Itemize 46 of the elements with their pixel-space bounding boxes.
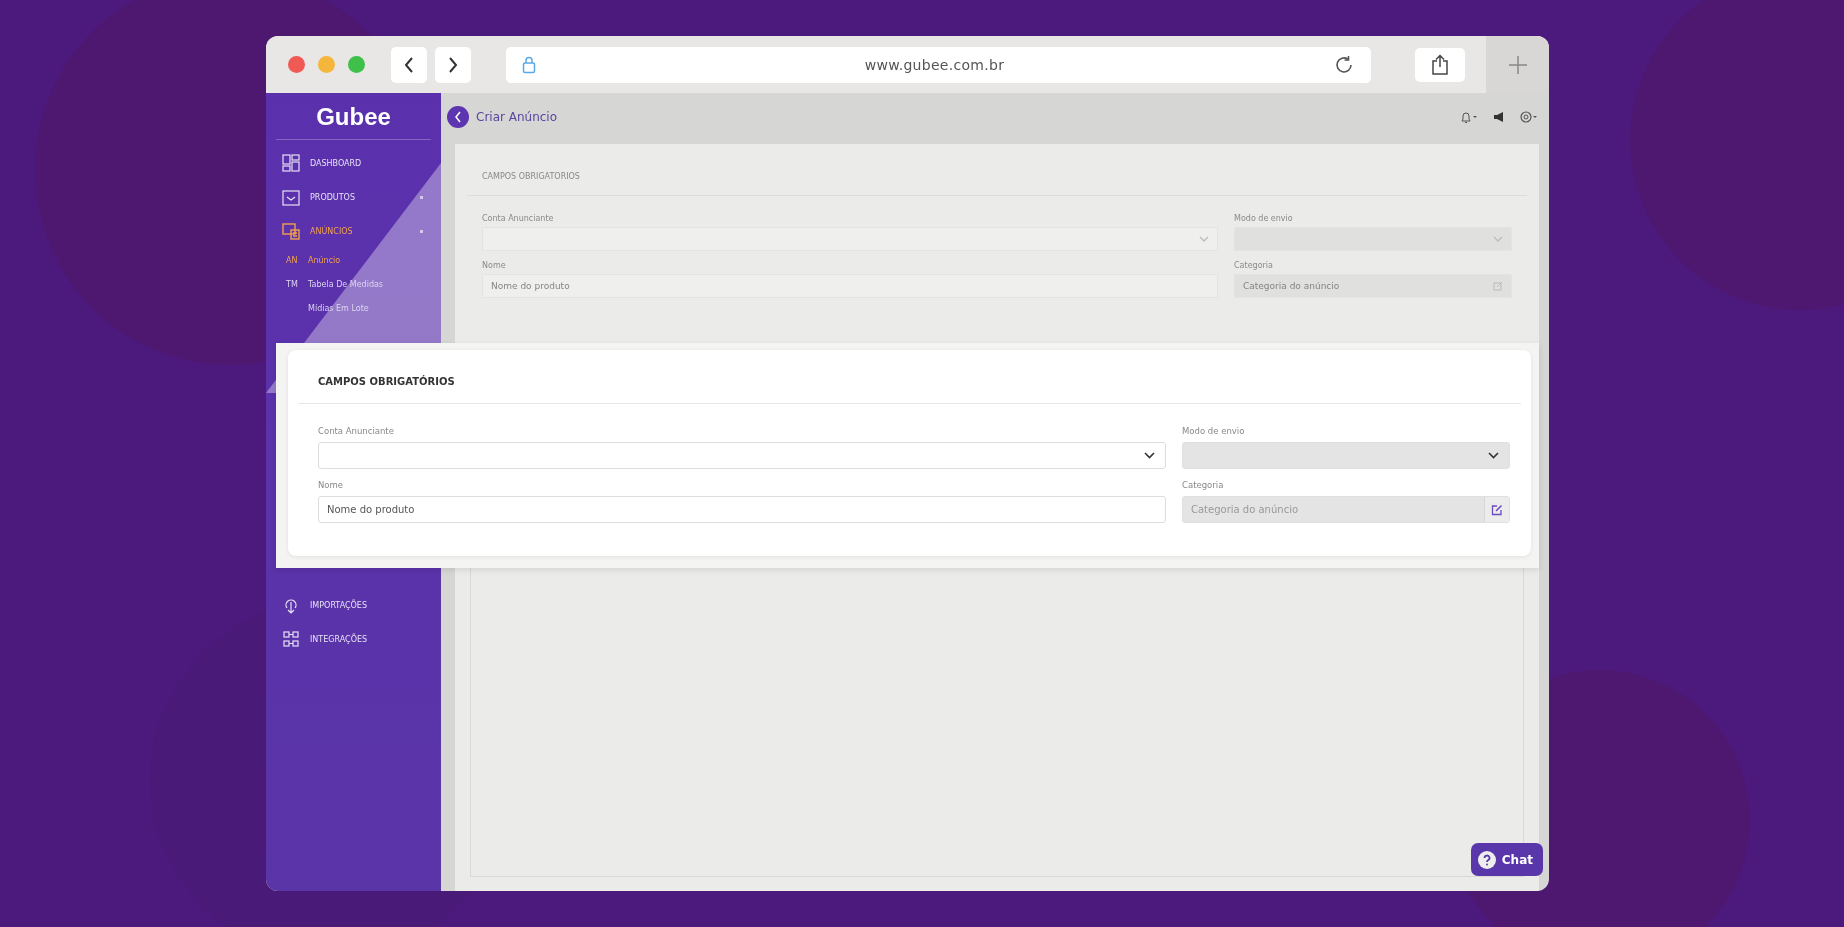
chevron-left-icon [454,110,462,123]
close-icon[interactable] [288,56,305,73]
field-label: Categoria [1234,261,1274,270]
help-icon [1477,850,1496,869]
reload-icon[interactable] [1333,53,1355,76]
sidebar-item[interactable]: PRODUTOS [266,180,441,214]
page-title: Criar Anúncio [476,109,558,124]
chat-button[interactable]: Chat [1470,843,1543,876]
field-label: Conta Anunciante [318,426,395,436]
section-title: CAMPOS OBRIGATORIOS [481,171,581,183]
input-field[interactable] [482,227,1218,251]
section-title: CAMPOS OBRIGATÓRIOS [317,374,456,389]
forward-button[interactable] [435,46,471,83]
sidebar-subitem[interactable]: AN Anúncio [266,248,441,272]
field-label: Modo de envio [1182,426,1246,436]
share-button[interactable] [1415,47,1465,82]
sidebar-item[interactable]: ANÚNCIOS [266,214,441,248]
field-label: Modo de envio [1234,214,1294,223]
sidebar-subitem[interactable]: TM Tabela De Medidas [266,272,441,296]
field-label: Conta Anunciante [482,214,555,223]
chevron-icon [1144,452,1155,459]
bell-icon[interactable] [1459,109,1479,124]
field-label: Nome [482,261,507,270]
input-field[interactable] [318,442,1166,469]
chevron-icon [1493,236,1503,242]
back-button[interactable] [391,46,427,83]
plus-icon [1507,54,1528,75]
sidebar-item[interactable]: DASHBOARD [266,146,441,180]
back-button[interactable] [447,105,469,128]
sidebar-item[interactable]: IMPORTAÇÕES [266,588,441,622]
field-label: Nome [318,480,345,490]
url-text: www.gubee.com.br [863,56,1006,73]
chevron-icon [1488,452,1499,459]
settings-icon[interactable] [1519,109,1539,124]
sidebar-item[interactable]: INTEGRAÇÕES [266,622,441,656]
edit-icon [1493,281,1503,291]
lock-icon [522,55,536,74]
logo[interactable]: Gubee [316,103,391,131]
megaphone-icon[interactable] [1493,110,1505,123]
chevron-right-icon [447,55,459,74]
chevron-left-icon [403,55,415,74]
field-label: Categoria [1182,480,1225,490]
address-bar[interactable]: www.gubee.com.br [506,46,1371,83]
chevron-icon [1199,236,1209,242]
input-field[interactable]: Nome do produto [318,496,1166,523]
share-icon [1431,53,1449,76]
